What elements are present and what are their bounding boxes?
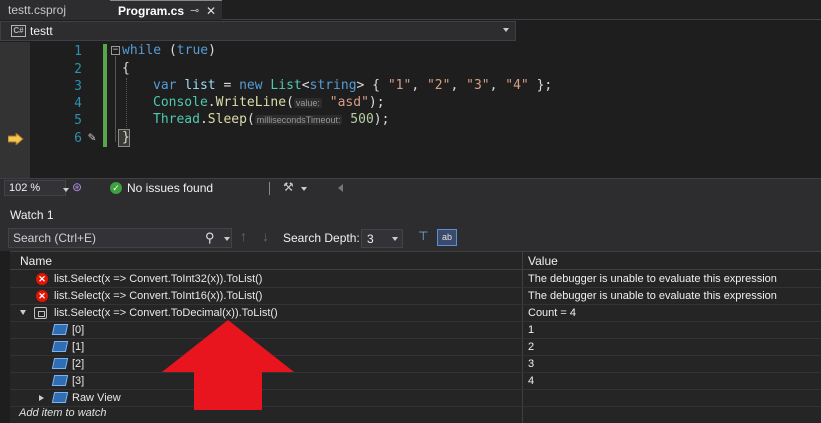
panel-splitter[interactable] — [0, 197, 821, 205]
search-depth-label: Search Depth: — [283, 231, 360, 245]
csharp-project-icon: C# — [11, 25, 26, 37]
search-placeholder: Search (Ctrl+E) — [13, 231, 97, 245]
tab-label: Program.cs — [118, 4, 185, 18]
watch-value: 4 — [528, 375, 535, 387]
line-number: 2 — [74, 62, 82, 77]
line-number: 6 — [74, 131, 82, 146]
collapse-triangle-icon[interactable] — [20, 310, 26, 315]
search-icon[interactable]: ⚲ — [205, 230, 215, 246]
chevron-down-icon[interactable] — [503, 28, 509, 32]
code-line-3: var list = new List<string> { "1", "2", … — [153, 78, 553, 93]
grid-header: Name Value — [10, 251, 821, 270]
watch-row[interactable]: Raw View — [10, 390, 821, 407]
project-navigation-dropdown[interactable]: C# testt — [0, 21, 516, 41]
watch-row[interactable]: [3] 4 — [10, 373, 821, 390]
watch-row[interactable]: [1] 2 — [10, 339, 821, 356]
close-icon[interactable]: ✕ — [206, 1, 216, 21]
raw-view-icon — [51, 392, 69, 403]
search-previous-icon[interactable]: ↑ — [240, 228, 247, 244]
change-tracking-bar — [103, 44, 107, 147]
watch-value: 3 — [528, 358, 535, 370]
add-item-to-watch[interactable]: Add item to watch — [19, 407, 106, 419]
watch-value: The debugger is unable to evaluate this … — [528, 290, 777, 302]
watch-value: 1 — [528, 324, 535, 336]
watch-expression: [3] — [72, 375, 85, 387]
code-line-6: } — [122, 130, 130, 145]
chevron-down-icon[interactable] — [224, 237, 230, 241]
field-icon — [51, 375, 69, 386]
watch-expression: Raw View — [72, 392, 121, 404]
instruction-pointer-icon — [8, 133, 24, 145]
watch-window-header: Watch 1 — [0, 205, 821, 225]
tab-program-cs[interactable]: Program.cs ⊸ ✕ — [110, 0, 222, 20]
red-up-arrow-annotation — [162, 320, 294, 410]
error-icon: ✕ — [36, 273, 48, 285]
field-icon — [51, 358, 69, 369]
field-icon — [51, 324, 69, 335]
document-tab-bar: testt.csproj Program.cs ⊸ ✕ — [0, 0, 821, 20]
watch-expression: [0] — [72, 324, 85, 336]
divider — [269, 182, 270, 195]
code-line-2: { — [122, 61, 130, 76]
watch-value: The debugger is unable to evaluate this … — [528, 273, 777, 285]
watch-toolbar: Search (Ctrl+E) ⚲ ↑ ↓ Search Depth: 3 ⊤ … — [0, 225, 821, 251]
watch-row[interactable]: list.Select(x => Convert.ToDecimal(x)).T… — [10, 305, 821, 322]
code-line-4: Console.WriteLine(value: "asd"); — [153, 95, 385, 110]
project-name: testt — [30, 24, 53, 38]
column-header-name[interactable]: Name — [20, 254, 52, 268]
watch-value: Count = 4 — [528, 307, 577, 319]
expand-triangle-icon[interactable] — [39, 395, 44, 401]
watch-value: 2 — [528, 341, 535, 353]
line-number: 1 — [74, 44, 82, 59]
chevron-down-icon — [63, 188, 69, 192]
watch-expression[interactable]: list.Select(x => Convert.ToInt16(x)).ToL… — [54, 290, 262, 302]
search-input[interactable]: Search (Ctrl+E) ⚲ — [8, 228, 232, 248]
field-icon — [51, 341, 69, 352]
watch-row[interactable]: [0] 1 — [10, 322, 821, 339]
search-next-icon[interactable]: ↓ — [262, 228, 269, 244]
zoom-dropdown[interactable]: 102 % — [4, 180, 69, 196]
watch-expression[interactable]: list.Select(x => Convert.ToDecimal(x)).T… — [54, 307, 278, 319]
parameter-hint: millisecondsTimeout: — [254, 115, 343, 125]
watch-expression: [1] — [72, 341, 85, 353]
quick-actions-icon[interactable]: ✎ — [88, 130, 96, 145]
line-number: 5 — [74, 113, 82, 128]
zoom-value: 102 % — [9, 182, 41, 194]
scroll-left-icon[interactable] — [338, 184, 343, 192]
code-cleanup-icon[interactable]: ⚒ — [283, 180, 294, 194]
watch-row[interactable]: ✕ list.Select(x => Convert.ToInt32(x)).T… — [10, 271, 821, 288]
pin-icon[interactable]: ⊸ — [190, 1, 199, 21]
watch-row[interactable]: ✕ list.Select(x => Convert.ToInt16(x)).T… — [10, 288, 821, 305]
watch-title: Watch 1 — [10, 208, 54, 222]
code-line-1: while (true) — [122, 43, 216, 58]
chevron-down-icon — [392, 237, 398, 241]
error-icon: ✕ — [36, 290, 48, 302]
search-depth-value: 3 — [367, 232, 374, 246]
check-icon: ✓ — [110, 182, 122, 194]
search-depth-select[interactable]: 3 — [361, 229, 403, 248]
indent-guide — [126, 78, 127, 130]
copilot-icon[interactable]: ⊛ — [72, 180, 82, 194]
watch-grid: Name Value ✕ list.Select(x => Convert.To… — [10, 251, 821, 423]
collapse-icon[interactable]: − — [111, 46, 120, 55]
column-header-value[interactable]: Value — [528, 254, 558, 268]
tab-label: testt.csproj — [8, 3, 67, 17]
pin-icon[interactable]: ⊤ — [418, 229, 428, 243]
watch-expression: [2] — [72, 358, 85, 370]
watch-expression[interactable]: list.Select(x => Convert.ToInt32(x)).ToL… — [54, 273, 262, 285]
line-number: 4 — [74, 96, 82, 111]
issues-status[interactable]: No issues found — [127, 181, 213, 195]
line-number: 3 — [74, 79, 82, 94]
object-icon — [34, 307, 47, 319]
code-editor[interactable]: 1 2 3 4 5 6 − ✎ while (true) { var list … — [0, 42, 821, 178]
editor-status-bar: 102 % ⊛ ✓ No issues found ⚒ — [0, 178, 821, 197]
parameter-hint: value: — [293, 98, 322, 108]
chevron-down-icon[interactable] — [301, 187, 307, 191]
view-as-text-icon[interactable]: ab — [437, 229, 457, 246]
indicator-margin[interactable] — [0, 42, 30, 178]
fold-line — [115, 56, 116, 142]
watch-row[interactable]: [2] 3 — [10, 356, 821, 373]
code-line-5: Thread.Sleep(millisecondsTimeout: 500); — [153, 112, 390, 127]
tab-testt-csproj[interactable]: testt.csproj — [0, 0, 110, 20]
